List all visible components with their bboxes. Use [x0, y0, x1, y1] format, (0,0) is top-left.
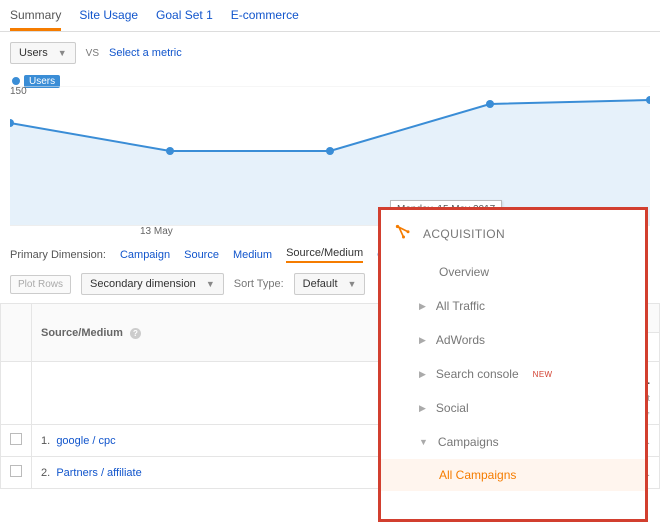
nav-section-header[interactable]: ACQUISITION	[381, 216, 645, 255]
x-tick-a: 13 May	[140, 226, 173, 237]
tab-goal-set-1[interactable]: Goal Set 1	[156, 8, 213, 31]
row-index: 1.	[41, 435, 50, 447]
tab-summary[interactable]: Summary	[10, 8, 61, 31]
chevron-down-icon: ▼	[348, 279, 357, 289]
secondary-dimension-select[interactable]: Secondary dimension ▼	[81, 273, 224, 295]
row-checkbox[interactable]	[10, 433, 22, 445]
metric-row: Users ▼ VS Select a metric	[0, 32, 660, 74]
new-badge: NEW	[533, 370, 553, 379]
triangle-down-icon: ▼	[419, 437, 428, 447]
chevron-down-icon: ▼	[58, 48, 67, 58]
legend-dot-icon	[12, 77, 20, 85]
tab-site-usage[interactable]: Site Usage	[79, 8, 138, 31]
nav-search-console[interactable]: ▶ Search console NEW	[381, 357, 645, 391]
acquisition-nav-panel: ACQUISITION Overview ▶ All Traffic ▶ AdW…	[378, 207, 648, 522]
triangle-right-icon: ▶	[419, 403, 426, 414]
plot-rows-button[interactable]: Plot Rows	[10, 275, 71, 294]
nav-all-campaigns[interactable]: All Campaigns	[381, 459, 645, 491]
dim-medium[interactable]: Medium	[233, 249, 272, 261]
help-icon[interactable]: ?	[130, 328, 141, 339]
th-source-medium: Source/Medium	[41, 327, 123, 339]
triangle-right-icon: ▶	[419, 335, 426, 346]
triangle-right-icon: ▶	[419, 301, 426, 312]
primary-metric-select[interactable]: Users ▼	[10, 42, 76, 64]
nav-social[interactable]: ▶ Social	[381, 391, 645, 425]
primary-metric-label: Users	[19, 47, 48, 59]
sort-type-label: Sort Type:	[234, 278, 284, 290]
dim-source[interactable]: Source	[184, 249, 219, 261]
line-chart	[10, 86, 650, 226]
nav-overview[interactable]: Overview	[381, 255, 645, 289]
select-secondary-metric[interactable]: Select a metric	[109, 47, 182, 59]
dim-campaign[interactable]: Campaign	[120, 249, 170, 261]
tab-ecommerce[interactable]: E-commerce	[231, 8, 299, 31]
chevron-down-icon: ▼	[206, 279, 215, 289]
sort-type-select[interactable]: Default ▼	[294, 273, 366, 295]
dim-source-medium[interactable]: Source/Medium	[286, 247, 363, 263]
row-checkbox[interactable]	[10, 465, 22, 477]
primary-dimension-label: Primary Dimension:	[10, 249, 106, 261]
nav-all-traffic[interactable]: ▶ All Traffic	[381, 289, 645, 323]
report-tabs: Summary Site Usage Goal Set 1 E-commerce	[0, 0, 660, 32]
nav-adwords[interactable]: ▶ AdWords	[381, 323, 645, 357]
triangle-right-icon: ▶	[419, 369, 426, 380]
row-source-link[interactable]: Partners / affiliate	[56, 467, 141, 479]
row-source-link[interactable]: google / cpc	[56, 435, 115, 447]
nav-campaigns[interactable]: ▼ Campaigns	[381, 425, 645, 459]
row-index: 2.	[41, 467, 50, 479]
vs-label: VS	[86, 48, 99, 59]
nav-section-label: ACQUISITION	[423, 227, 505, 241]
acquisition-icon	[393, 222, 411, 245]
